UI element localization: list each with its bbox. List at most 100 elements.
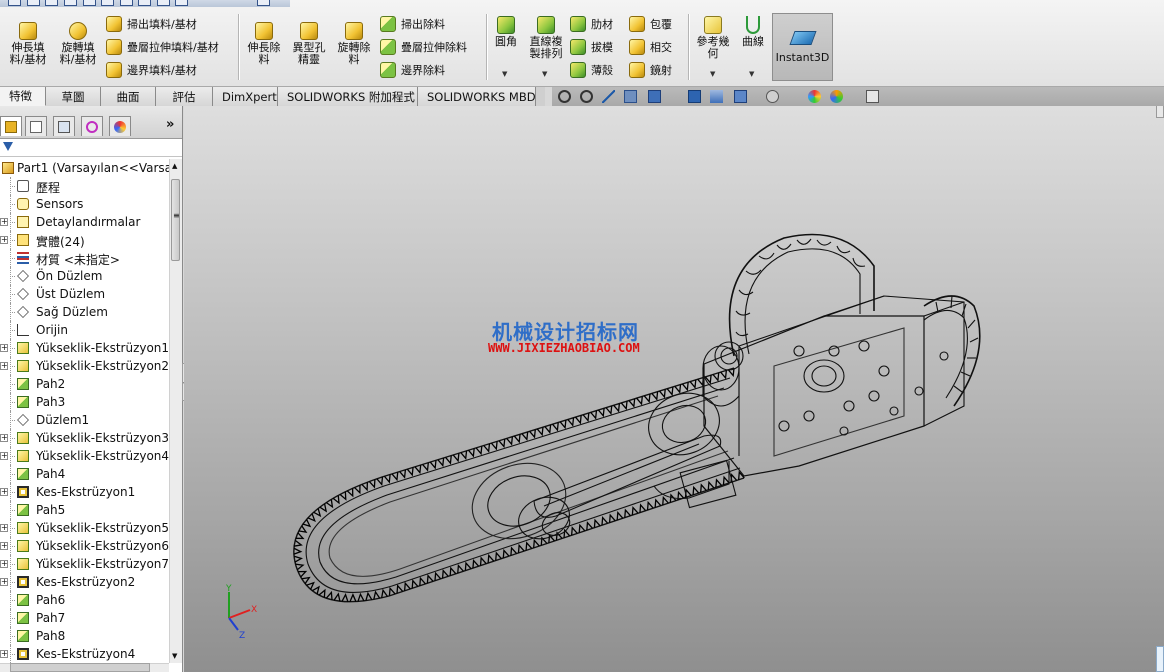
expand-icon[interactable]: +: [0, 452, 8, 460]
view-orientation-icon[interactable]: [688, 90, 701, 103]
file-properties-icon[interactable]: [157, 0, 170, 6]
expand-icon[interactable]: +: [0, 578, 8, 586]
tree-item[interactable]: Pah6: [0, 591, 169, 609]
previous-view-icon[interactable]: [602, 90, 615, 103]
configuration-manager-tab[interactable]: [53, 116, 75, 136]
tab-features[interactable]: 特徵: [0, 87, 46, 106]
apply-scene-icon[interactable]: [808, 90, 821, 103]
open-icon[interactable]: [27, 0, 40, 6]
dimxpert-manager-tab[interactable]: [81, 116, 103, 136]
tab-solidworks-mbd[interactable]: SOLIDWORKS MBD: [418, 87, 536, 106]
redo-icon[interactable]: [101, 0, 114, 6]
tree-item[interactable]: Pah4: [0, 465, 169, 483]
tree-item[interactable]: Pah3: [0, 393, 169, 411]
hole-wizard-button[interactable]: 異型孔精靈: [288, 22, 330, 66]
zoom-to-area-icon[interactable]: [580, 90, 593, 103]
help-icon[interactable]: [257, 0, 270, 6]
graphics-area[interactable]: Y X Z: [184, 106, 1164, 672]
wrap-button[interactable]: 包覆: [629, 14, 672, 34]
reference-geometry-dropdown-icon[interactable]: ▼: [710, 70, 715, 78]
intersect-button[interactable]: 相交: [629, 37, 672, 57]
dynamic-annotation-icon[interactable]: [648, 90, 661, 103]
tree-item[interactable]: + Kes-Ekstrüzyon4: [0, 645, 169, 663]
tree-item[interactable]: + Yükseklik-Ekstrüzyon6: [0, 537, 169, 555]
tree-item[interactable]: + Kes-Ekstrüzyon2: [0, 573, 169, 591]
expand-icon[interactable]: +: [0, 236, 8, 244]
reference-geometry-button[interactable]: 參考幾何: [694, 16, 732, 60]
expand-icon[interactable]: +: [0, 434, 8, 442]
tree-item[interactable]: + Yükseklik-Ekstrüzyon3: [0, 429, 169, 447]
expand-icon[interactable]: +: [0, 344, 8, 352]
scroll-down-icon[interactable]: ▼: [172, 652, 177, 660]
linear-pattern-button[interactable]: 直線複製排列: [526, 16, 566, 60]
filter-icon[interactable]: [3, 142, 13, 151]
tab-surfaces[interactable]: 曲面: [101, 87, 156, 106]
loft-boss-button[interactable]: 疊層拉伸填料/基材: [106, 37, 219, 57]
tree-item[interactable]: Orijin: [0, 321, 169, 339]
draft-button[interactable]: 拔模: [570, 37, 613, 57]
tree-item[interactable]: + Yükseklik-Ekstrüzyon4: [0, 447, 169, 465]
curves-button[interactable]: 曲線: [738, 16, 768, 48]
tree-root[interactable]: Part1 (Varsayılan<<Varsayılan>: [0, 159, 169, 177]
revolve-boss-button[interactable]: 旋轉填料/基材: [56, 22, 100, 66]
expand-icon[interactable]: +: [0, 542, 8, 550]
fillet-button[interactable]: 圓角: [492, 16, 520, 48]
tree-item[interactable]: Pah5: [0, 501, 169, 519]
select-icon[interactable]: [120, 0, 133, 6]
undo-icon[interactable]: [83, 0, 96, 6]
tree-item[interactable]: Pah2: [0, 375, 169, 393]
expand-icon[interactable]: +: [0, 218, 8, 226]
tree-item[interactable]: Ön Düzlem: [0, 267, 169, 285]
zoom-to-fit-icon[interactable]: [558, 90, 571, 103]
options-icon[interactable]: [175, 0, 188, 6]
tree-item[interactable]: Pah7: [0, 609, 169, 627]
tree-item[interactable]: Düzlem1: [0, 411, 169, 429]
display-style-icon[interactable]: [710, 90, 723, 103]
sweep-cut-button[interactable]: 掃出除料: [380, 14, 445, 34]
tab-dimxpert[interactable]: DimXpert: [213, 87, 278, 106]
expand-icon[interactable]: +: [0, 362, 8, 370]
expand-icon[interactable]: +: [0, 524, 8, 532]
task-pane-tab[interactable]: [1156, 106, 1164, 118]
revolve-cut-button[interactable]: 旋轉除料: [334, 22, 374, 66]
tree-item[interactable]: Sağ Düzlem: [0, 303, 169, 321]
scroll-up-icon[interactable]: ▲: [172, 162, 177, 170]
sweep-boss-button[interactable]: 掃出填料/基材: [106, 14, 197, 34]
tree-item[interactable]: 歷程: [0, 177, 169, 195]
rib-button[interactable]: 肋材: [570, 14, 613, 34]
panel-expand-icon[interactable]: »: [166, 117, 174, 132]
display-manager-tab[interactable]: [109, 116, 131, 136]
tree-item[interactable]: + Kes-Ekstrüzyon1: [0, 483, 169, 501]
tree-item[interactable]: + Yükseklik-Ekstrüzyon7: [0, 555, 169, 573]
horizontal-scrollbar-thumb[interactable]: [10, 663, 150, 672]
extrude-boss-button[interactable]: 伸長填料/基材: [6, 22, 50, 66]
tree-item[interactable]: + Yükseklik-Ekstrüzyon2: [0, 357, 169, 375]
tree-item[interactable]: + 實體(24): [0, 231, 169, 249]
rebuild-icon[interactable]: [138, 0, 151, 6]
tree-item[interactable]: Üst Düzlem: [0, 285, 169, 303]
edit-appearance-icon[interactable]: [766, 90, 779, 103]
tree-item[interactable]: Pah8: [0, 627, 169, 645]
tab-sketch[interactable]: 草圖: [46, 87, 101, 106]
tab-evaluate[interactable]: 評估: [156, 87, 213, 106]
extrude-cut-button[interactable]: 伸長除料: [244, 22, 284, 66]
expand-icon[interactable]: +: [0, 560, 8, 568]
tree-item[interactable]: 材質 <未指定>: [0, 249, 169, 267]
scrollbar-thumb[interactable]: ≡: [171, 179, 180, 261]
property-manager-tab[interactable]: [25, 116, 47, 136]
tree-filter-bar[interactable]: [0, 139, 182, 157]
boundary-cut-button[interactable]: 邊界除料: [380, 60, 445, 80]
mirror-button[interactable]: 鏡射: [629, 60, 672, 80]
print-icon[interactable]: [64, 0, 77, 6]
save-icon[interactable]: [45, 0, 58, 6]
fillet-dropdown-icon[interactable]: ▼: [502, 70, 507, 78]
hide-show-items-icon[interactable]: [734, 90, 747, 103]
expand-icon[interactable]: +: [0, 650, 8, 658]
curves-dropdown-icon[interactable]: ▼: [749, 70, 754, 78]
instant3d-button[interactable]: Instant3D: [772, 13, 833, 81]
view-settings-icon[interactable]: [830, 90, 843, 103]
boundary-boss-button[interactable]: 邊界填料/基材: [106, 60, 197, 80]
pattern-dropdown-icon[interactable]: ▼: [542, 70, 547, 78]
tree-item[interactable]: + Yükseklik-Ekstrüzyon5: [0, 519, 169, 537]
display-pane-icon[interactable]: [866, 90, 879, 103]
